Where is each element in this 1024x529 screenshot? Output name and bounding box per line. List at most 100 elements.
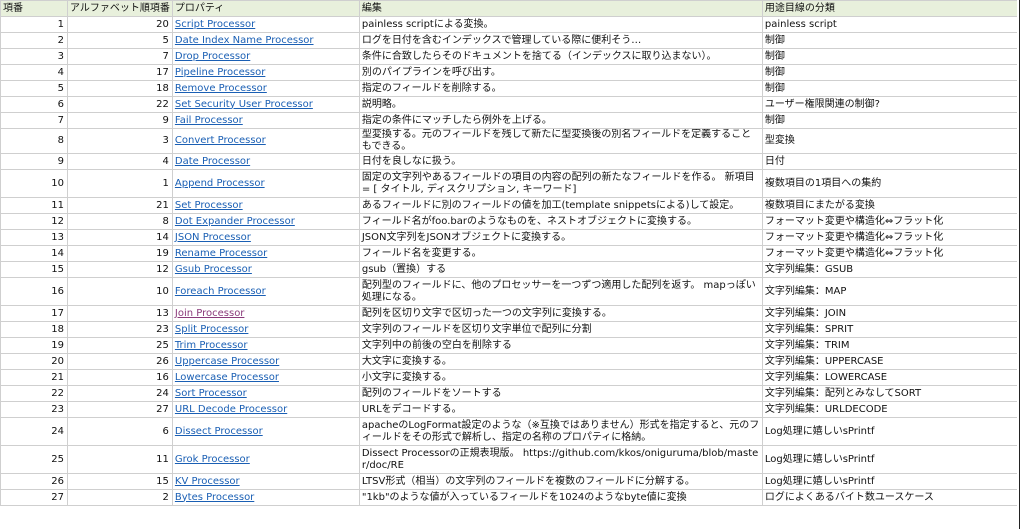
property-link[interactable]: Set Security User Processor bbox=[171, 96, 360, 113]
alpha-order-cell[interactable]: 17 bbox=[66, 64, 173, 81]
header-no[interactable]: 項番 bbox=[0, 0, 68, 17]
row-number-cell[interactable]: 5 bbox=[0, 80, 68, 97]
category-cell[interactable]: 文字列編集：JOIN bbox=[761, 305, 1024, 322]
edit-description-cell[interactable]: 日付を良しなに扱う。 bbox=[358, 153, 763, 170]
row-number-cell[interactable]: 16 bbox=[0, 277, 68, 306]
edit-description-cell[interactable]: 文字列のフィールドを区切り文字単位で配列に分割 bbox=[358, 321, 763, 338]
category-cell[interactable]: ログによくあるバイト数ユースケース bbox=[761, 489, 1024, 506]
property-link[interactable]: Set Processor bbox=[171, 197, 360, 214]
property-link[interactable]: Bytes Processor bbox=[171, 489, 360, 506]
category-cell[interactable]: フォーマット変更や構造化⇔フラット化 bbox=[761, 245, 1024, 262]
spreadsheet[interactable]: 項番 アルファベット順項番 プロパティ 編集 用途目線の分類 1 20 Script… bbox=[0, 0, 1024, 529]
row-number-cell[interactable]: 21 bbox=[0, 369, 68, 386]
alpha-order-cell[interactable]: 16 bbox=[66, 369, 173, 386]
row-number-cell[interactable]: 13 bbox=[0, 229, 68, 246]
row-number-cell[interactable]: 6 bbox=[0, 96, 68, 113]
alpha-order-cell[interactable]: 18 bbox=[66, 80, 173, 97]
row-number-cell[interactable]: 27 bbox=[0, 489, 68, 506]
property-link[interactable]: KV Processor bbox=[171, 473, 360, 490]
property-link[interactable]: Fail Processor bbox=[171, 112, 360, 129]
row-number-cell[interactable]: 12 bbox=[0, 213, 68, 230]
row-number-cell[interactable]: 18 bbox=[0, 321, 68, 338]
category-cell[interactable]: Log処理に嬉しいsPrintf bbox=[761, 473, 1024, 490]
category-cell[interactable]: 文字列編集：配列とみなしてSORT bbox=[761, 385, 1024, 402]
alpha-order-cell[interactable]: 2 bbox=[66, 489, 173, 506]
category-cell[interactable]: フォーマット変更や構造化⇔フラット化 bbox=[761, 213, 1024, 230]
row-number-cell[interactable]: 26 bbox=[0, 473, 68, 490]
alpha-order-cell[interactable]: 19 bbox=[66, 245, 173, 262]
alpha-order-cell[interactable]: 26 bbox=[66, 353, 173, 370]
edit-description-cell[interactable]: フィールド名を変更する。 bbox=[358, 245, 763, 262]
property-link[interactable]: Lowercase Processor bbox=[171, 369, 360, 386]
edit-description-cell[interactable]: 配列を区切り文字で区切った一つの文字列に変換する。 bbox=[358, 305, 763, 322]
edit-description-cell[interactable]: 文字列中の前後の空白を削除する bbox=[358, 337, 763, 354]
edit-description-cell[interactable]: 説明略。 bbox=[358, 96, 763, 113]
property-link[interactable]: Dot Expander Processor bbox=[171, 213, 360, 230]
alpha-order-cell[interactable]: 6 bbox=[66, 417, 173, 446]
property-link[interactable]: Append Processor bbox=[171, 169, 360, 198]
row-number-cell[interactable]: 22 bbox=[0, 385, 68, 402]
row-number-cell[interactable]: 24 bbox=[0, 417, 68, 446]
row-number-cell[interactable]: 8 bbox=[0, 128, 68, 154]
alpha-order-cell[interactable]: 11 bbox=[66, 445, 173, 474]
edit-description-cell[interactable]: フィールド名がfoo.barのようなものを、ネストオブジェクトに変換する。 bbox=[358, 213, 763, 230]
property-link[interactable]: Date Index Name Processor bbox=[171, 32, 360, 49]
property-link[interactable]: Drop Processor bbox=[171, 48, 360, 65]
row-number-cell[interactable]: 14 bbox=[0, 245, 68, 262]
edit-description-cell[interactable]: JSON文字列をJSONオブジェクトに変換する。 bbox=[358, 229, 763, 246]
property-link[interactable]: Remove Processor bbox=[171, 80, 360, 97]
edit-description-cell[interactable]: 条件に合致したらそのドキュメントを捨てる（インデックスに取り込まない）。 bbox=[358, 48, 763, 65]
alpha-order-cell[interactable]: 25 bbox=[66, 337, 173, 354]
category-cell[interactable]: 文字列編集：GSUB bbox=[761, 261, 1024, 278]
category-cell[interactable]: Log処理に嬉しいsPrintf bbox=[761, 417, 1024, 446]
alpha-order-cell[interactable]: 10 bbox=[66, 277, 173, 306]
row-number-cell[interactable]: 3 bbox=[0, 48, 68, 65]
property-link[interactable]: Uppercase Processor bbox=[171, 353, 360, 370]
row-number-cell[interactable]: 10 bbox=[0, 169, 68, 198]
category-cell[interactable]: 文字列編集：LOWERCASE bbox=[761, 369, 1024, 386]
alpha-order-cell[interactable]: 21 bbox=[66, 197, 173, 214]
property-link[interactable]: Rename Processor bbox=[171, 245, 360, 262]
alpha-order-cell[interactable]: 13 bbox=[66, 305, 173, 322]
edit-description-cell[interactable]: 型変換する。元のフィールドを残して新たに型変換後の別名フィールドを定義することも… bbox=[358, 128, 763, 154]
property-link[interactable]: Foreach Processor bbox=[171, 277, 360, 306]
category-cell[interactable]: フォーマット変更や構造化⇔フラット化 bbox=[761, 229, 1024, 246]
category-cell[interactable]: painless script bbox=[761, 16, 1024, 33]
header-alpha[interactable]: アルファベット順項番 bbox=[66, 0, 173, 17]
edit-description-cell[interactable]: ログを日付を含むインデックスで管理している際に便利そう… bbox=[358, 32, 763, 49]
category-cell[interactable]: 文字列編集：URLDECODE bbox=[761, 401, 1024, 418]
category-cell[interactable]: 複数項目にまたがる変換 bbox=[761, 197, 1024, 214]
category-cell[interactable]: 文字列編集：UPPERCASE bbox=[761, 353, 1024, 370]
property-link[interactable]: Trim Processor bbox=[171, 337, 360, 354]
alpha-order-cell[interactable]: 12 bbox=[66, 261, 173, 278]
edit-description-cell[interactable]: 配列のフィールドをソートする bbox=[358, 385, 763, 402]
edit-description-cell[interactable]: 指定のフィールドを削除する。 bbox=[358, 80, 763, 97]
property-link[interactable]: Pipeline Processor bbox=[171, 64, 360, 81]
category-cell[interactable]: 制御 bbox=[761, 112, 1024, 129]
edit-description-cell[interactable]: LTSV形式（相当）の文字列のフィールドを複数のフィールドに分解する。 bbox=[358, 473, 763, 490]
row-number-cell[interactable]: 23 bbox=[0, 401, 68, 418]
property-link[interactable]: Split Processor bbox=[171, 321, 360, 338]
alpha-order-cell[interactable]: 23 bbox=[66, 321, 173, 338]
alpha-order-cell[interactable]: 20 bbox=[66, 16, 173, 33]
category-cell[interactable]: 文字列編集：TRIM bbox=[761, 337, 1024, 354]
edit-description-cell[interactable]: "1kb"のような値が入っているフィールドを1024のようなbyte値に変換 bbox=[358, 489, 763, 506]
row-number-cell[interactable]: 7 bbox=[0, 112, 68, 129]
alpha-order-cell[interactable]: 15 bbox=[66, 473, 173, 490]
category-cell[interactable]: 制御 bbox=[761, 64, 1024, 81]
header-category[interactable]: 用途目線の分類 bbox=[761, 0, 1024, 17]
property-link[interactable]: Gsub Processor bbox=[171, 261, 360, 278]
alpha-order-cell[interactable]: 27 bbox=[66, 401, 173, 418]
alpha-order-cell[interactable]: 4 bbox=[66, 153, 173, 170]
row-number-cell[interactable]: 19 bbox=[0, 337, 68, 354]
row-number-cell[interactable]: 2 bbox=[0, 32, 68, 49]
edit-description-cell[interactable]: apacheのLogFormat設定のような（※互換ではありません）形式を指定す… bbox=[358, 417, 763, 446]
alpha-order-cell[interactable]: 9 bbox=[66, 112, 173, 129]
property-link[interactable]: Convert Processor bbox=[171, 128, 360, 154]
category-cell[interactable]: 型変換 bbox=[761, 128, 1024, 154]
edit-description-cell[interactable]: 小文字に変換する。 bbox=[358, 369, 763, 386]
edit-description-cell[interactable]: 大文字に変換する。 bbox=[358, 353, 763, 370]
alpha-order-cell[interactable]: 24 bbox=[66, 385, 173, 402]
row-number-cell[interactable]: 25 bbox=[0, 445, 68, 474]
edit-description-cell[interactable]: 指定の条件にマッチしたら例外を上げる。 bbox=[358, 112, 763, 129]
